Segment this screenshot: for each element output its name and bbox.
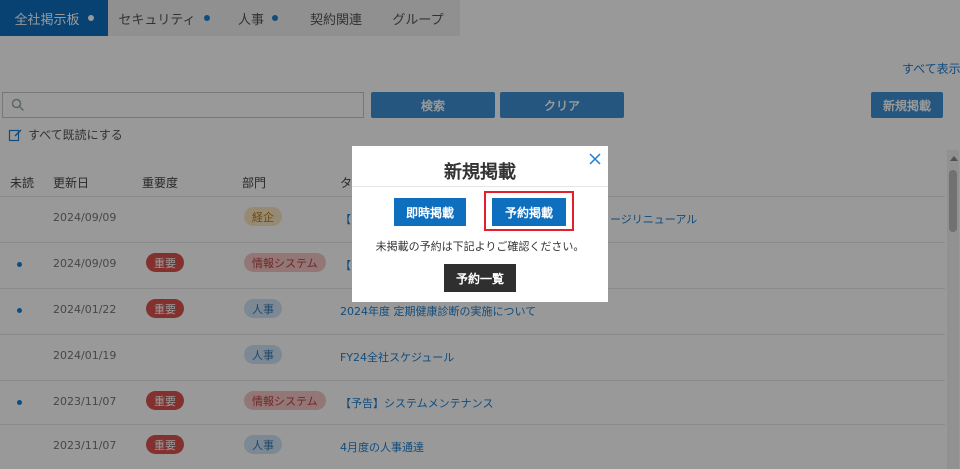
scheduled-post-button[interactable]: 予約掲載 xyxy=(492,198,566,226)
modal-note: 未掲載の予約は下記よりご確認ください。 xyxy=(375,240,585,253)
schedule-list-button[interactable]: 予約一覧 xyxy=(444,264,516,292)
modal-title: 新規掲載 xyxy=(444,162,516,183)
modal-divider xyxy=(352,186,608,187)
new-post-modal: 新規掲載 即時掲載 予約掲載 未掲載の予約は下記よりご確認ください。 予約一覧 xyxy=(352,146,608,302)
close-icon[interactable] xyxy=(588,152,602,166)
instant-post-button[interactable]: 即時掲載 xyxy=(394,198,466,226)
